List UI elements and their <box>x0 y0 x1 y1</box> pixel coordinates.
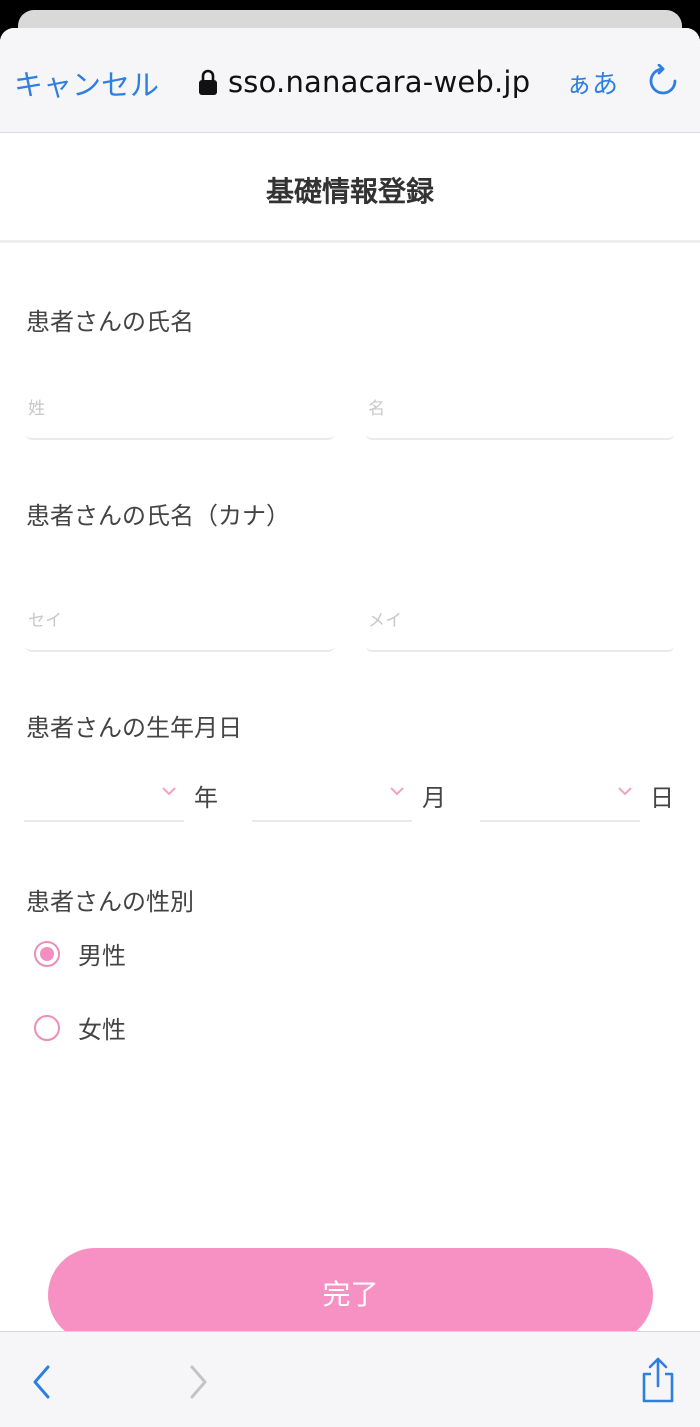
browser-top-bar: キャンセル sso.nanacara-web.jp ぁあ <box>0 28 700 133</box>
text-size-button[interactable]: ぁあ <box>566 64 618 101</box>
chevron-down-icon <box>618 787 632 796</box>
day-select[interactable] <box>480 768 640 822</box>
year-select[interactable] <box>24 768 184 822</box>
page-title: 基礎情報登録 <box>265 175 434 208</box>
birthdate-label: 患者さんの生年月日 <box>26 714 242 742</box>
month-select[interactable] <box>252 768 412 822</box>
first-kana-input[interactable] <box>366 610 678 632</box>
first-kana-field[interactable] <box>366 598 678 652</box>
first-name-input[interactable] <box>366 398 678 420</box>
name-label: 患者さんの氏名 <box>26 308 194 336</box>
gender-option-female[interactable]: 女性 <box>34 1010 126 1045</box>
radio-button-male[interactable] <box>34 940 60 967</box>
last-name-input[interactable] <box>26 398 338 420</box>
lock-icon <box>198 68 218 96</box>
month-unit: 月 <box>422 784 446 812</box>
chevron-down-icon <box>162 787 176 796</box>
last-name-field[interactable] <box>26 386 338 440</box>
reload-icon[interactable] <box>646 63 680 98</box>
kana-label: 患者さんの氏名（カナ） <box>26 502 290 530</box>
chevron-right-icon[interactable] <box>186 1364 210 1400</box>
submit-button[interactable]: 完了 <box>48 1248 653 1342</box>
last-kana-input[interactable] <box>26 610 338 632</box>
address-bar[interactable]: sso.nanacara-web.jp <box>198 60 530 104</box>
day-unit: 日 <box>650 784 674 812</box>
page-header: 基礎情報登録 <box>0 132 700 243</box>
last-kana-field[interactable] <box>26 598 338 652</box>
gender-label: 患者さんの性別 <box>26 888 194 916</box>
radio-label-female: 女性 <box>78 1016 126 1044</box>
chevron-down-icon <box>390 787 404 796</box>
radio-button-female[interactable] <box>34 1014 60 1041</box>
url-text: sso.nanacara-web.jp <box>228 65 531 99</box>
cancel-button[interactable]: キャンセル <box>14 62 159 104</box>
share-icon[interactable] <box>638 1356 678 1404</box>
first-name-field[interactable] <box>366 386 678 440</box>
radio-label-male: 男性 <box>78 942 126 970</box>
year-unit: 年 <box>194 784 218 812</box>
browser-sheet: キャンセル sso.nanacara-web.jp ぁあ 基礎情報登録 患者さん… <box>0 28 700 1427</box>
browser-bottom-toolbar <box>0 1331 700 1427</box>
chevron-left-icon[interactable] <box>30 1364 54 1400</box>
gender-option-male[interactable]: 男性 <box>34 936 126 971</box>
